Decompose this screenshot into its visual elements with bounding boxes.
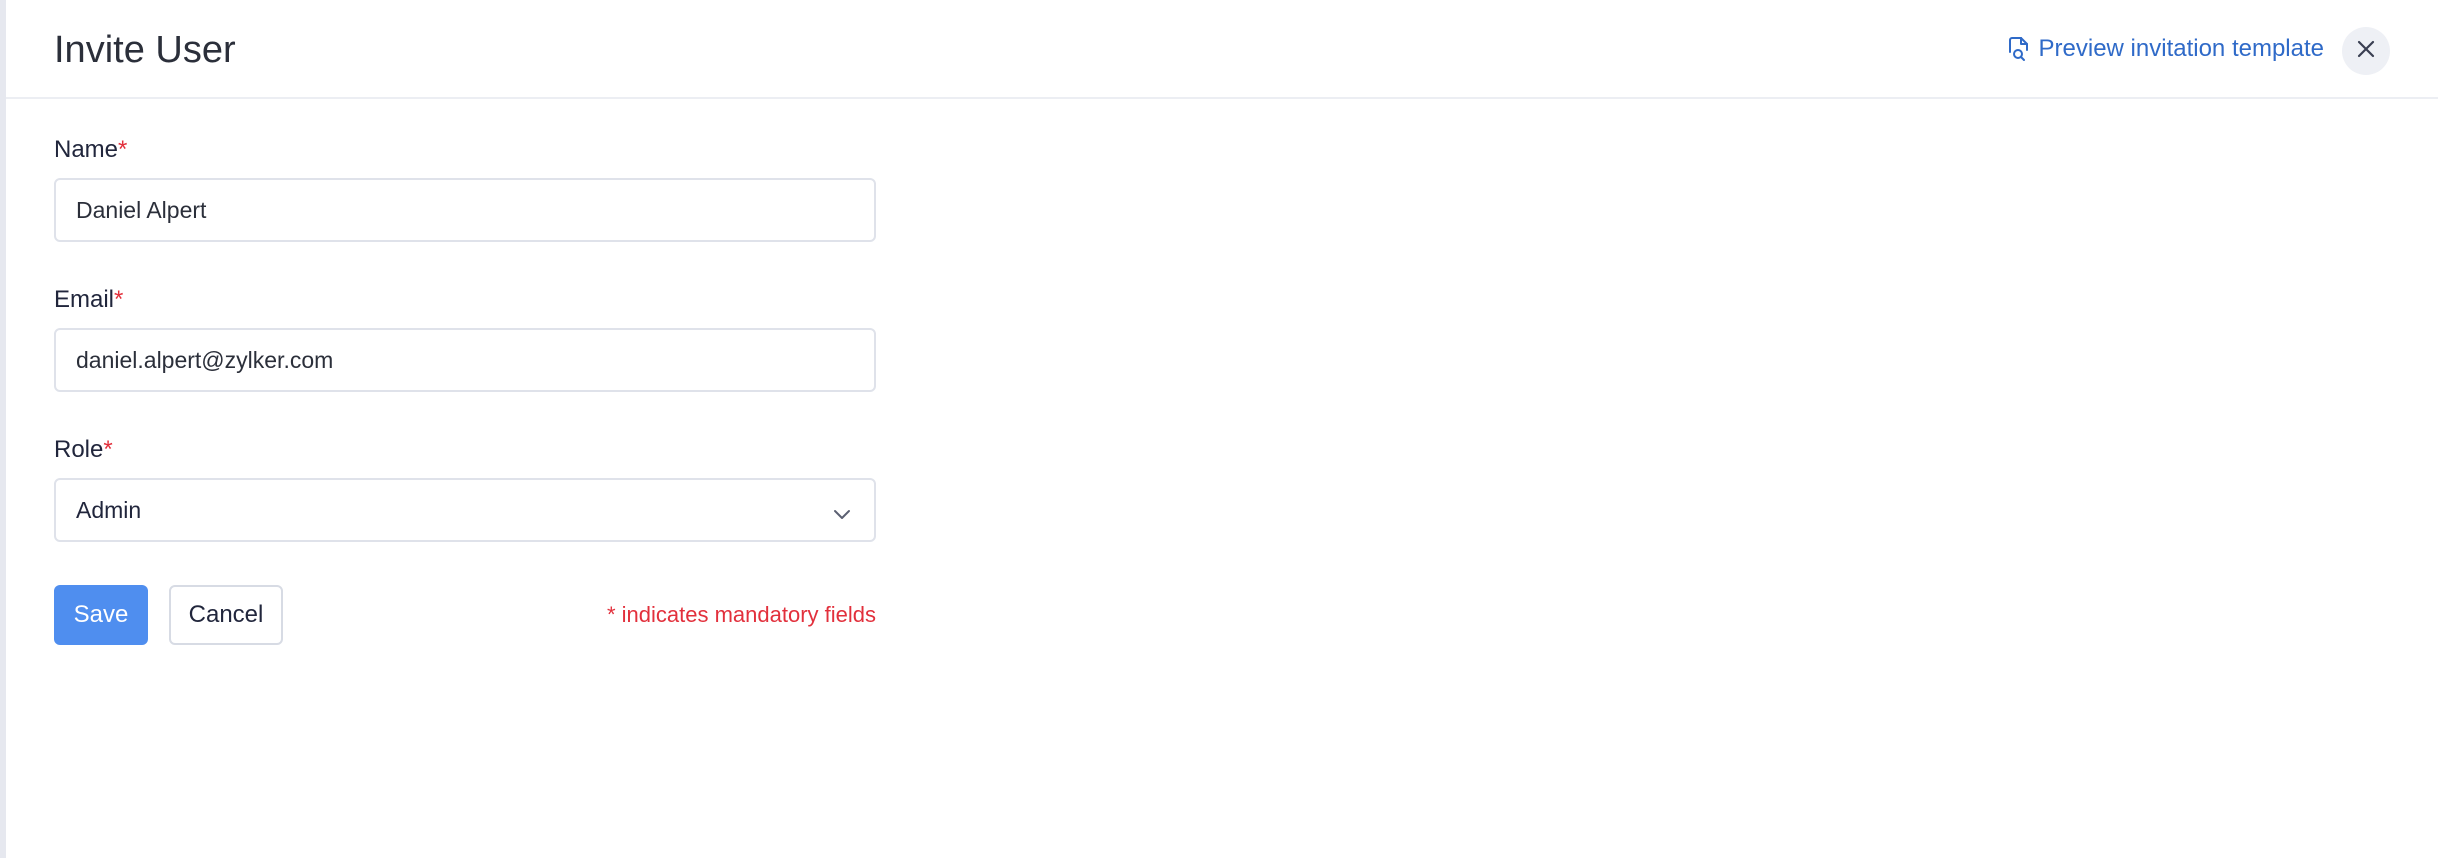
mandatory-fields-note: * indicates mandatory fields — [606, 602, 876, 627]
required-asterisk: * — [118, 136, 128, 163]
role-label: Role* — [54, 436, 113, 463]
document-search-icon — [2007, 36, 2031, 62]
name-label: Name* — [54, 136, 128, 163]
name-field-group: Name* — [54, 134, 876, 242]
preview-link-label: Preview invitation template — [2038, 35, 2324, 62]
preview-invitation-template-link[interactable]: Preview invitation template — [2007, 33, 2324, 65]
role-field-group: Role* Admin — [54, 434, 876, 542]
invite-user-panel: Invite User Preview invitation template — [0, 0, 2438, 858]
role-selected-value: Admin — [76, 496, 142, 523]
required-asterisk: * — [103, 436, 113, 463]
email-field-group: Email* — [54, 284, 876, 392]
close-icon — [2356, 39, 2376, 64]
panel-header: Invite User Preview invitation template — [6, 0, 2438, 99]
page-title: Invite User — [54, 29, 236, 71]
save-button[interactable]: Save — [54, 585, 148, 645]
form-actions: Save Cancel * indicates mandatory fields — [54, 585, 876, 645]
email-label: Email* — [54, 286, 124, 313]
role-select[interactable]: Admin — [54, 478, 876, 542]
cancel-button[interactable]: Cancel — [169, 585, 283, 645]
required-asterisk: * — [114, 286, 124, 313]
close-button[interactable] — [2342, 27, 2390, 75]
chevron-down-icon — [832, 501, 852, 528]
email-input[interactable] — [54, 328, 876, 392]
invite-user-form: Name* Email* Role* Admin — [54, 134, 876, 584]
name-input[interactable] — [54, 178, 876, 242]
